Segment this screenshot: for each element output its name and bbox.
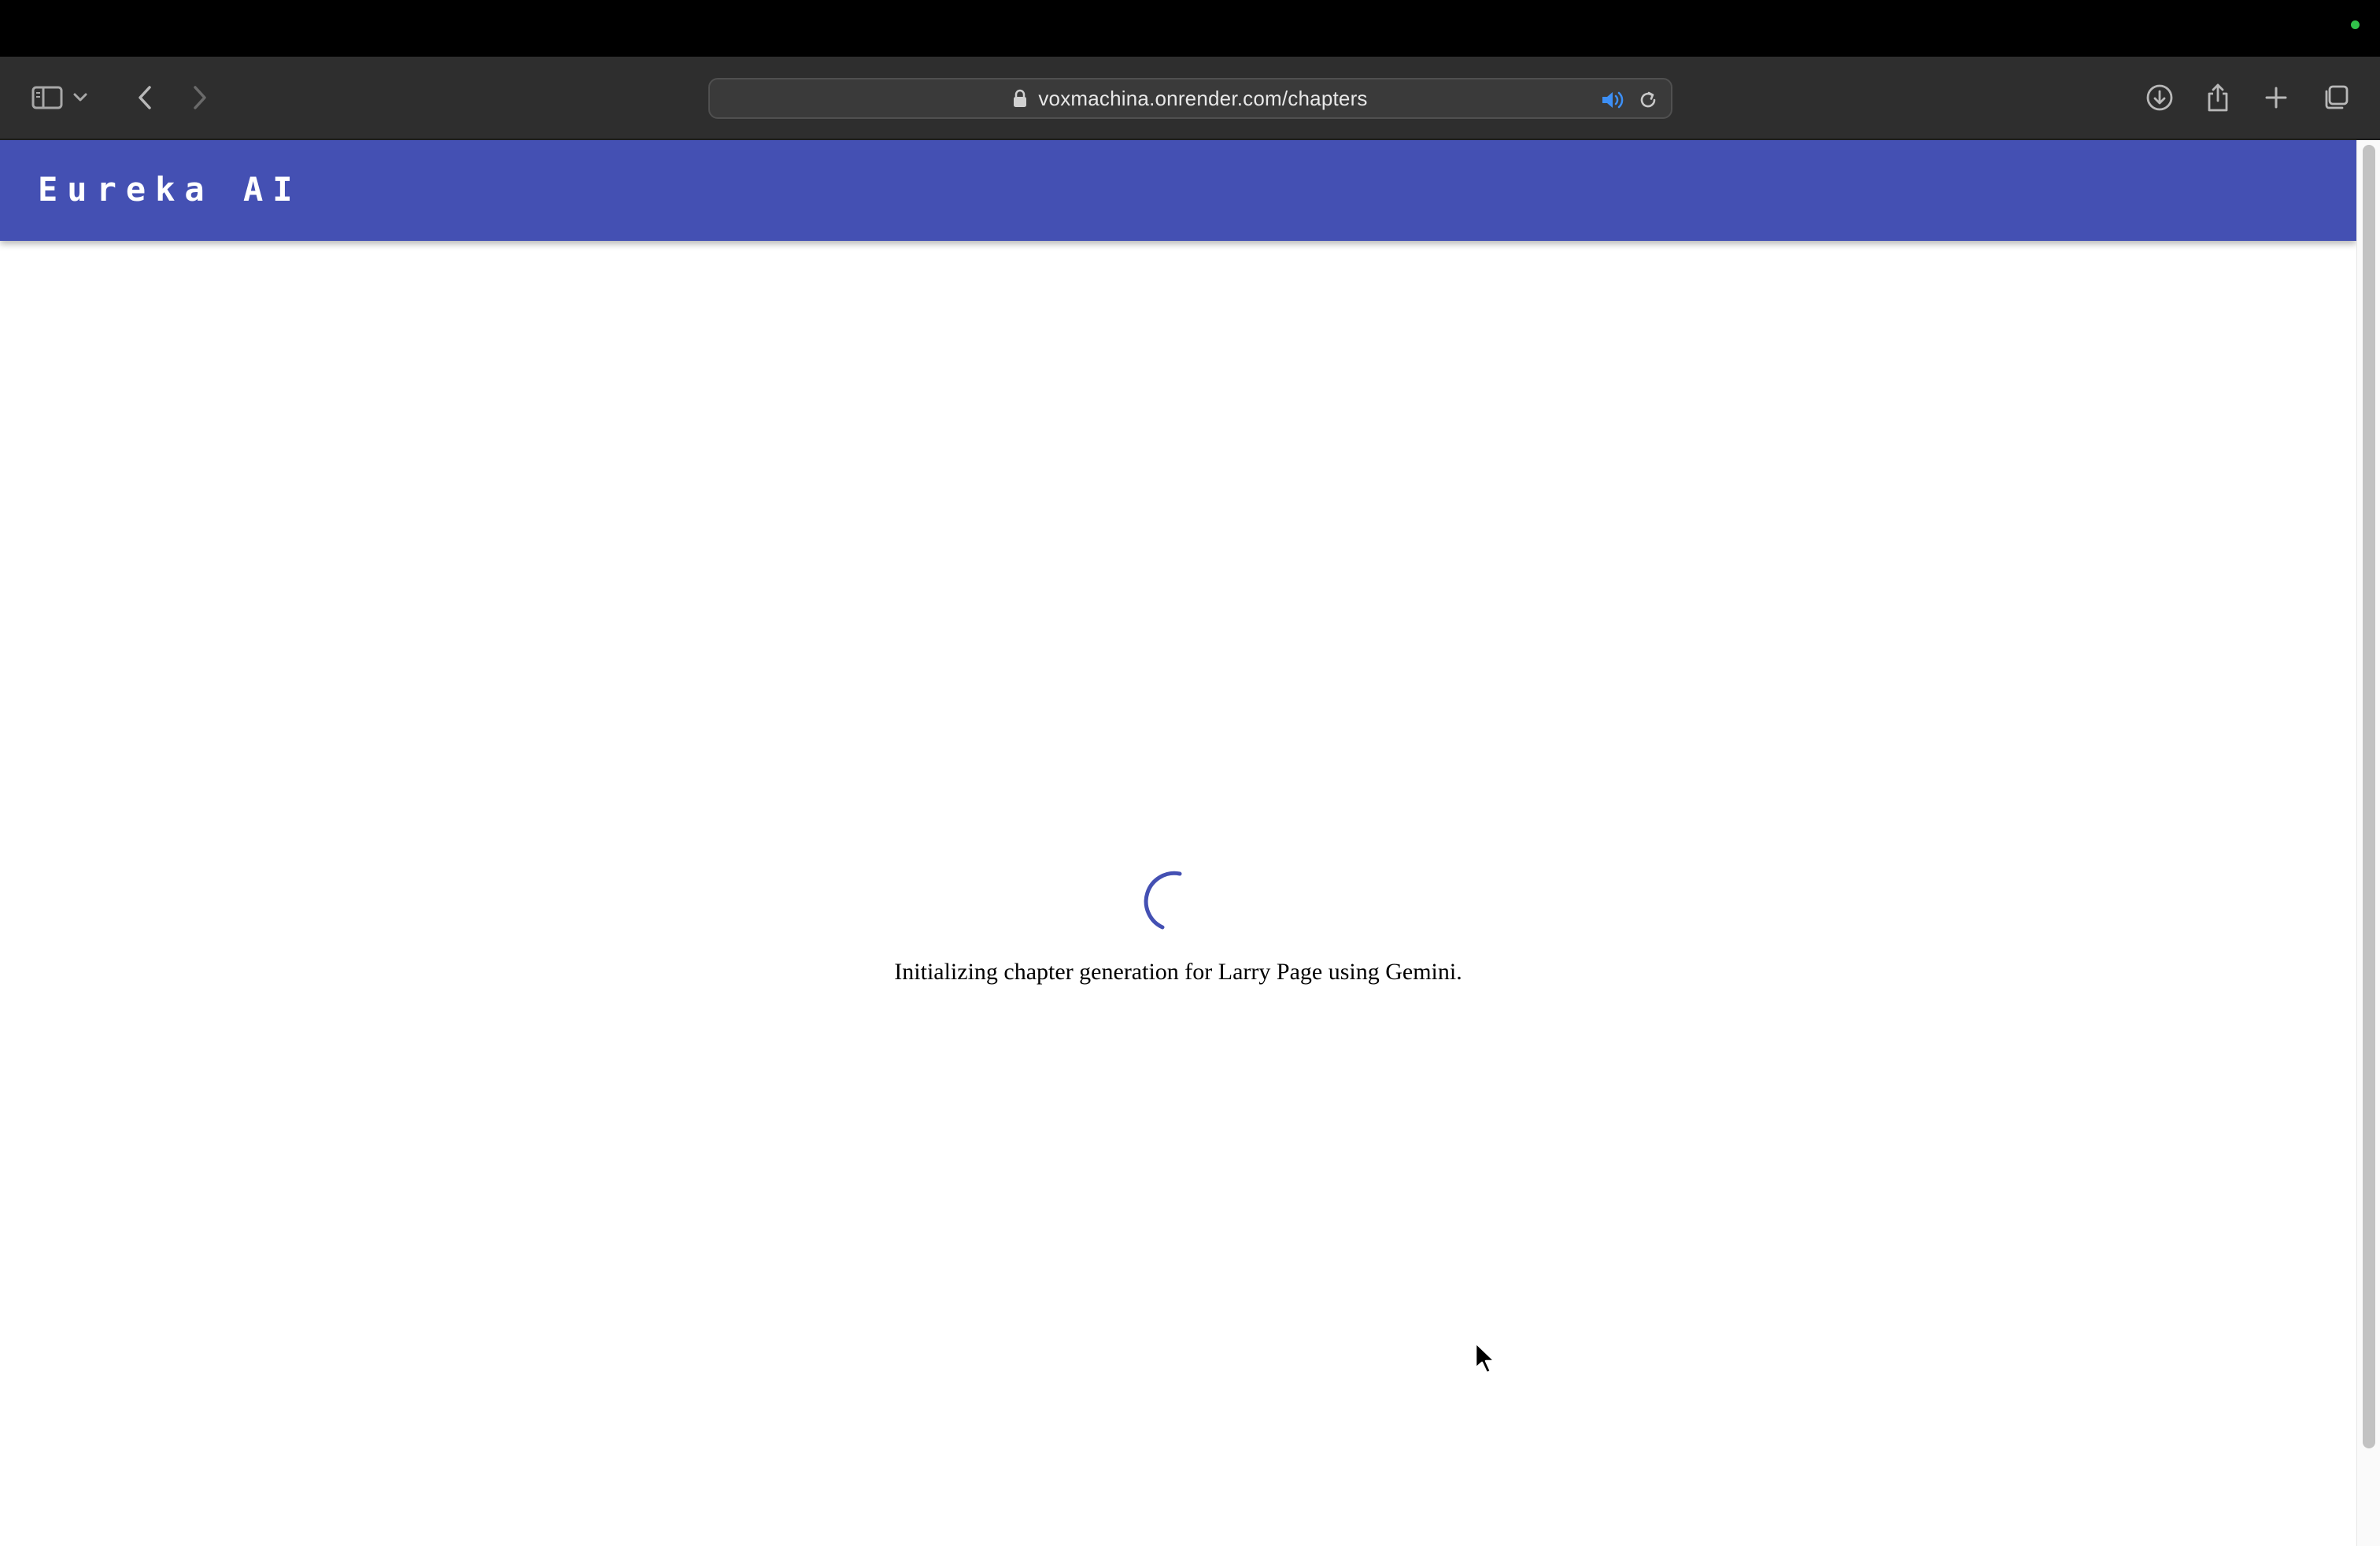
audio-playing-button[interactable]: [1600, 87, 1627, 113]
browser-toolbar: voxmachina.onrender.com/chapters: [0, 57, 2380, 140]
loading-spinner-icon: [1144, 871, 1182, 930]
new-tab-button[interactable]: [2251, 72, 2301, 123]
chevron-left-icon: [139, 86, 151, 109]
back-button[interactable]: [120, 72, 170, 123]
share-button[interactable]: [2193, 72, 2243, 123]
url-text: voxmachina.onrender.com/chapters: [1038, 86, 1368, 110]
plus-icon: [2265, 87, 2287, 109]
status-message: Initializing chapter generation for Larr…: [894, 959, 1462, 985]
chevron-right-icon: [194, 86, 206, 109]
tab-group-menu-button[interactable]: [66, 72, 94, 123]
downloads-button[interactable]: [2134, 72, 2185, 123]
reload-icon: [1640, 91, 1656, 108]
speaker-icon: [1602, 91, 1624, 109]
sidebar-icon: [31, 86, 63, 109]
tabs-icon: [2325, 85, 2349, 109]
share-icon: [2208, 83, 2228, 112]
page-viewport: Eureka AI Initializing chapter generatio…: [0, 140, 2380, 1546]
scrollbar-thumb[interactable]: [2363, 145, 2375, 1448]
tab-overview-button[interactable]: [2311, 72, 2361, 123]
reload-button[interactable]: [1635, 87, 1661, 113]
sidebar-toggle-button[interactable]: [22, 72, 72, 123]
address-bar[interactable]: voxmachina.onrender.com/chapters: [708, 78, 1672, 119]
chevron-down-icon: [73, 93, 87, 102]
mouse-cursor-icon: [1474, 1341, 1496, 1374]
download-icon: [2146, 84, 2173, 111]
loading-container: Initializing chapter generation for Larr…: [0, 140, 2356, 1546]
page-scrollbar[interactable]: [2356, 140, 2380, 1546]
camera-indicator-icon: [2351, 20, 2360, 29]
lock-icon: [1014, 89, 1027, 107]
forward-button[interactable]: [175, 72, 225, 123]
system-menu-bar: [0, 0, 2380, 57]
